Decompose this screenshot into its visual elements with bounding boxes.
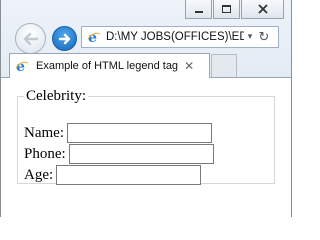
new-tab-button[interactable] — [211, 54, 237, 77]
name-row: Name: — [24, 123, 212, 143]
name-field[interactable] — [66, 123, 212, 143]
refresh-icon[interactable]: ↻ — [256, 30, 272, 45]
age-label: Age: — [24, 166, 54, 183]
ie-tab-icon: e — [14, 58, 30, 74]
phone-field[interactable] — [68, 144, 214, 164]
tab-active[interactable]: e Example of HTML legend tag ✕ — [9, 53, 210, 78]
forward-button[interactable] — [52, 26, 77, 51]
address-bar[interactable]: e D:\MY JOBS(OFFICES)\ED ▾ ↻ — [81, 26, 279, 48]
minimize-button[interactable] — [185, 0, 212, 19]
address-text[interactable]: D:\MY JOBS(OFFICES)\ED — [106, 31, 244, 43]
close-button[interactable] — [241, 0, 284, 19]
age-row: Age: — [24, 165, 202, 185]
ie-page-icon: e — [86, 29, 102, 45]
back-button[interactable] — [15, 23, 46, 54]
browser-window: e D:\MY JOBS(OFFICES)\ED ▾ ↻ e Example o… — [0, 0, 292, 217]
maximize-button[interactable] — [213, 0, 240, 19]
minimize-icon — [194, 11, 203, 13]
back-arrow-icon — [23, 32, 38, 45]
tab-bar: e Example of HTML legend tag ✕ — [1, 53, 291, 78]
celebrity-fieldset: Celebrity: Name: Phone: Age: — [17, 88, 275, 185]
name-label: Name: — [24, 124, 64, 141]
fieldset-legend: Celebrity: — [26, 88, 86, 104]
tab-title: Example of HTML legend tag — [36, 60, 179, 72]
window-controls — [185, 0, 284, 19]
forward-arrow-icon — [58, 33, 70, 44]
dropdown-icon[interactable]: ▾ — [244, 32, 256, 42]
phone-label: Phone: — [24, 145, 66, 162]
maximize-icon — [222, 5, 231, 13]
tab-close-icon[interactable]: ✕ — [184, 59, 194, 73]
close-icon — [257, 4, 268, 14]
phone-row: Phone: — [24, 144, 214, 164]
age-field[interactable] — [56, 165, 202, 185]
page-content: Celebrity: Name: Phone: Age: — [1, 78, 291, 217]
browser-chrome: e D:\MY JOBS(OFFICES)\ED ▾ ↻ e Example o… — [1, 0, 291, 78]
